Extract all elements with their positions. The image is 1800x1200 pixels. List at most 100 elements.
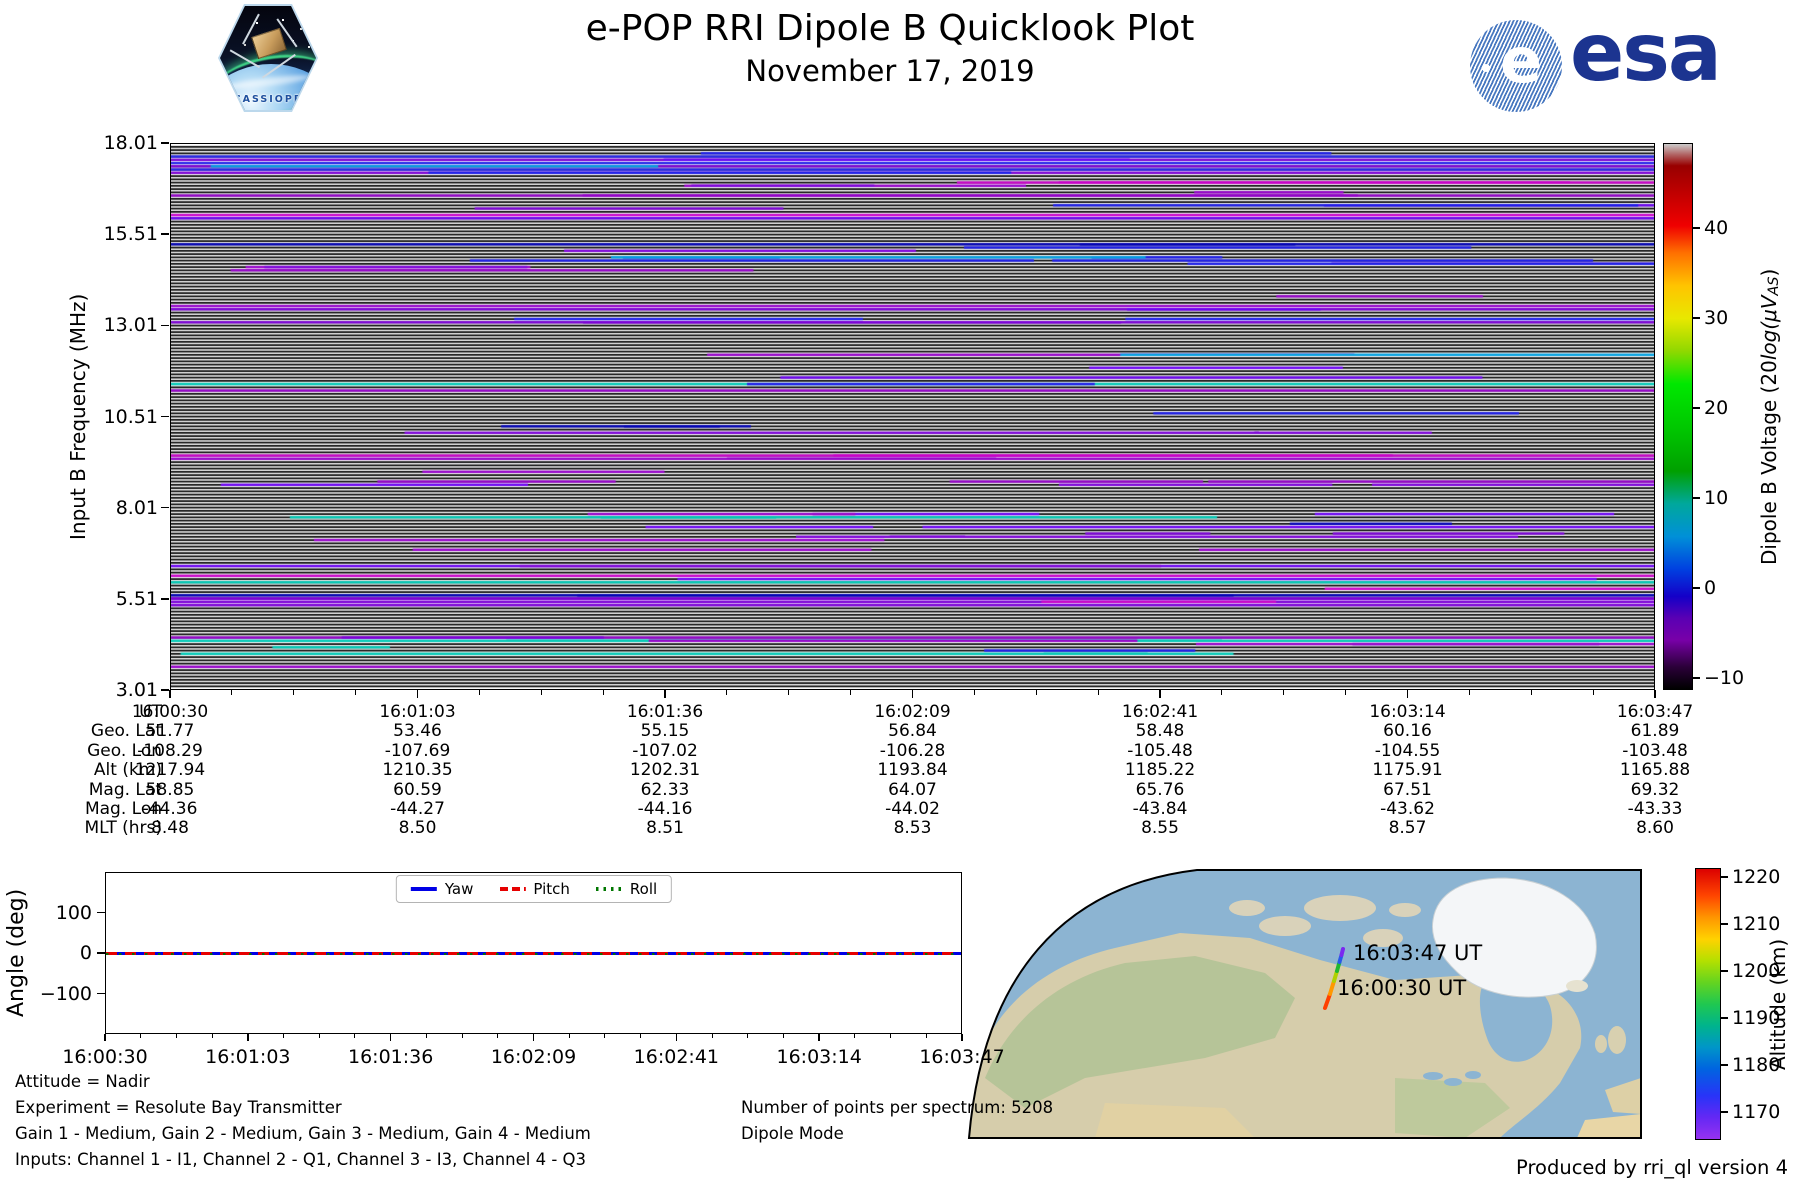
spec-xtick-minor-mark: [1035, 690, 1037, 695]
spec-xtick-mark: [1654, 690, 1656, 698]
ephemeris-cell: 53.46: [393, 721, 442, 742]
spec-xtick-minor-mark: [231, 690, 233, 695]
angle-xtick-label: 16:03:14: [776, 1046, 862, 1068]
angle-xtick-minor-mark: [782, 1034, 784, 1038]
spec-xtick-minor-mark: [1592, 690, 1594, 695]
altitude-cbar-tick-label: 1200: [1732, 960, 1781, 982]
altitude-cbar-tick-mark: [1721, 923, 1728, 925]
angle-xtick-minor-mark: [140, 1034, 142, 1038]
altitude-cbar-tick-mark: [1721, 1017, 1728, 1019]
ephemeris-cell: 16:01:03: [379, 702, 456, 722]
spec-xtick-minor-mark: [1097, 690, 1099, 695]
spec-ytick-label: 18.01: [103, 132, 158, 154]
angle-xtick-mark: [961, 1034, 963, 1041]
ephemeris-cell: 62.33: [640, 779, 690, 800]
altitude-cbar-tick-label: 1220: [1732, 866, 1781, 888]
ephemeris-cell: 55.15: [640, 721, 690, 742]
voltage-cbar-tick-label: 40: [1704, 217, 1729, 239]
produced-by-note: Produced by rri_ql version 4: [1516, 1156, 1788, 1179]
spec-xtick-mark: [416, 690, 419, 698]
yaw-line-swatch: [410, 887, 437, 891]
angle-xtick-label: 16:02:09: [490, 1046, 577, 1068]
esa-e-glyph: e: [1500, 24, 1543, 97]
ephemeris-cell: -106.28: [879, 740, 946, 761]
spec-xtick-minor-mark: [602, 690, 604, 695]
voltage-cbar-tick-mark: [1693, 227, 1700, 229]
ephemeris-cell: 8.50: [398, 818, 437, 839]
footer-line-middle: Dipole Mode: [741, 1124, 844, 1143]
ephemeris-cell: 16:01:36: [626, 702, 704, 722]
spec-xtick-mark: [1159, 690, 1161, 698]
ephemeris-cell: 1217.94: [134, 760, 206, 781]
ephemeris-cell: 58.85: [145, 779, 195, 800]
cbar-label-prefix: Dipole B Voltage (20: [1757, 359, 1781, 565]
ephemeris-cell: 1175.91: [1372, 760, 1443, 781]
pitch-line-swatch: [499, 887, 526, 891]
angle-legend: Yaw Pitch Roll: [395, 875, 673, 903]
ephemeris-cell: -43.33: [1627, 799, 1683, 819]
ephemeris-cell: 64.07: [888, 779, 937, 800]
spec-ytick-mark: [161, 415, 169, 418]
ephemeris-cell: 58.48: [1135, 721, 1185, 742]
spec-xtick-mark: [664, 690, 666, 698]
ephemeris-cell: -44.16: [637, 799, 693, 819]
angle-xtick-minor-mark: [640, 1034, 642, 1038]
angle-xtick-minor-mark: [747, 1034, 749, 1038]
cbar-label-math: log(μV: [1757, 295, 1781, 360]
spec-xtick-mark: [1406, 690, 1409, 698]
spec-ytick-mark: [161, 598, 169, 600]
ephemeris-cell: 16:02:09: [874, 702, 951, 722]
ephemeris-cell: -108.29: [137, 740, 203, 761]
voltage-cbar-tick-label: −10: [1704, 667, 1745, 689]
voltage-cbar-tick-label: 0: [1704, 577, 1717, 599]
esa-logo: e esa: [1470, 6, 1722, 112]
ephemeris-cell: 60.59: [393, 779, 442, 800]
spec-ytick-mark: [161, 506, 169, 509]
spec-xtick-mark: [169, 690, 171, 698]
angle-xtick-minor-mark: [425, 1034, 427, 1038]
angle-ytick-mark: [97, 992, 105, 995]
spec-xtick-mark: [911, 690, 914, 698]
altitude-cbar-tick-label: 1170: [1732, 1101, 1781, 1123]
map-great-lake: [1444, 1078, 1462, 1086]
spec-xtick-minor-mark: [788, 690, 790, 695]
angle-xtick-label: 16:03:47: [919, 1046, 1005, 1068]
altitude-colorbar: [1695, 868, 1721, 1140]
ephemeris-cell: 69.32: [1630, 779, 1680, 800]
spec-ytick-mark: [161, 233, 169, 235]
ephemeris-cell: -107.02: [632, 740, 698, 761]
ground-track-map: 16:03:47 UT 16:00:30 UT: [967, 869, 1642, 1139]
spec-xtick-minor-mark: [1345, 690, 1347, 695]
altitude-cbar-tick-mark: [1721, 876, 1728, 878]
ephemeris-cell: 8.53: [893, 818, 932, 839]
legend-label: Yaw: [444, 880, 474, 898]
angle-xtick-minor-mark: [925, 1034, 927, 1038]
spec-xtick-minor-mark: [355, 690, 357, 695]
ephemeris-cell: 8.51: [646, 818, 684, 839]
spec-ytick-label: 15.51: [103, 223, 158, 246]
altitude-cbar-tick-label: 1190: [1732, 1007, 1781, 1029]
angle-xtick-minor-mark: [568, 1034, 570, 1038]
angle-xtick-minor-mark: [604, 1034, 606, 1038]
spec-xtick-minor-mark: [973, 690, 975, 695]
ephemeris-cell: 60.16: [1383, 721, 1432, 742]
ephemeris-cell: 8.60: [1636, 818, 1674, 839]
spec-xtick-minor-mark: [1530, 690, 1532, 695]
footer-line-left: Experiment = Resolute Bay Transmitter: [15, 1098, 342, 1117]
ephemeris-cell: 16:02:41: [1121, 702, 1199, 722]
angle-xtick-label: 16:01:36: [347, 1046, 434, 1068]
roll-line: [106, 952, 961, 955]
ephemeris-cell: -43.84: [1132, 799, 1188, 819]
angle-xtick-minor-mark: [175, 1034, 177, 1038]
spec-ytick-label: 8.01: [115, 496, 158, 519]
angle-xtick-minor-mark: [854, 1034, 856, 1038]
roll-line-swatch: [595, 887, 622, 891]
voltage-cbar-tick-label: 20: [1704, 397, 1729, 419]
angle-xtick-label: 16:01:03: [205, 1046, 291, 1068]
track-end-time-label: 16:03:47 UT: [1353, 941, 1482, 965]
footer-line-left: Attitude = Nadir: [15, 1072, 150, 1091]
map-arctic-island: [1229, 900, 1265, 916]
ephemeris-cell: -43.62: [1380, 799, 1435, 819]
angle-xtick-minor-mark: [283, 1034, 285, 1038]
angle-xtick-mark: [675, 1034, 678, 1041]
